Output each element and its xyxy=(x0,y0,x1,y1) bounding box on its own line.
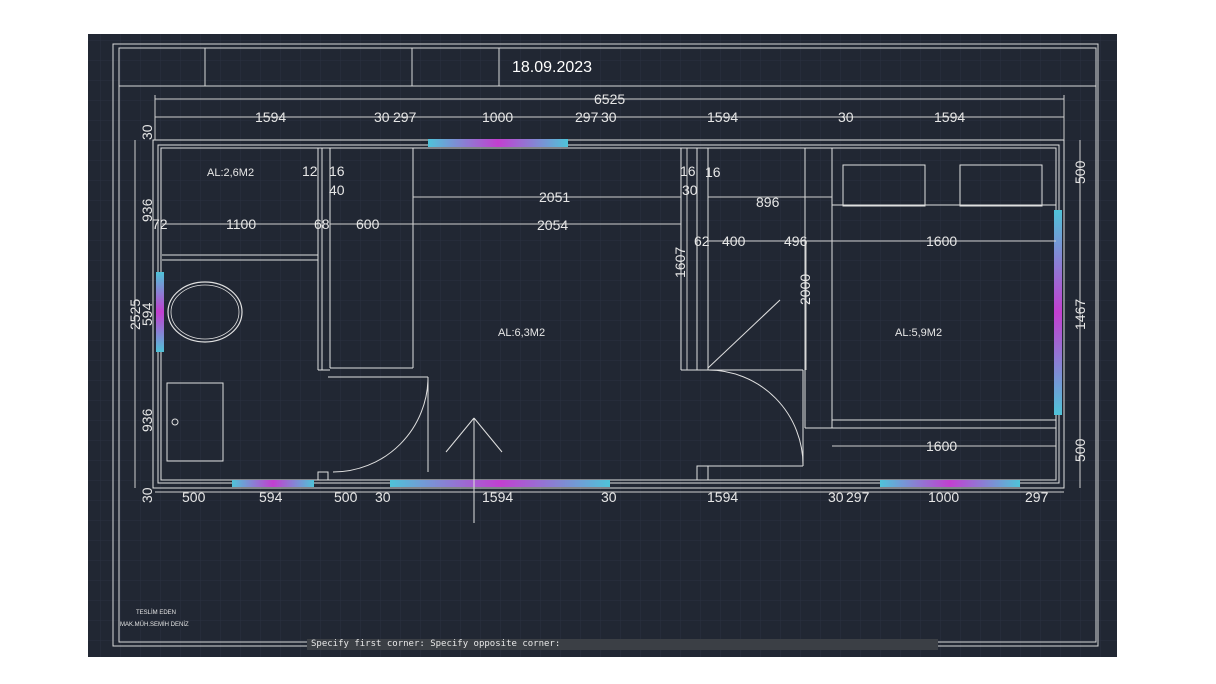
dim-mid-wall-b: 16 xyxy=(705,164,721,180)
dim-left-window: 594 xyxy=(139,302,155,326)
dim-bottom-1: 500 xyxy=(182,489,206,505)
dim-top-2: 30 xyxy=(374,109,390,125)
dim-top-8: 30 xyxy=(838,109,854,125)
dim-bottom-7: 1594 xyxy=(707,489,738,505)
dim-left-outer: 30 xyxy=(139,124,155,140)
dim-bottom-9: 297 xyxy=(846,489,870,505)
dim-top-9: 1594 xyxy=(934,109,965,125)
dim-mid-wall-c: 30 xyxy=(682,182,698,198)
dim-bottom-6: 30 xyxy=(601,489,617,505)
dim-wall-c: 40 xyxy=(329,182,345,198)
dim-wc-width: 1100 xyxy=(226,216,256,232)
dim-left-bottom-outer: 30 xyxy=(139,487,155,503)
dim-bottom-8: 30 xyxy=(828,489,844,505)
dim-bottom-5: 1594 xyxy=(482,489,513,505)
footer-engineer: MAK.MÜH.SEMİH DENİZ xyxy=(120,621,189,628)
dim-left-lower: 936 xyxy=(139,408,155,432)
dim-top-5: 297 xyxy=(575,109,599,125)
dim-top-7: 1594 xyxy=(707,109,738,125)
dim-mid-496: 496 xyxy=(784,233,808,249)
title-date: 18.09.2023 xyxy=(512,59,592,76)
dim-mid-wall-a: 16 xyxy=(680,163,696,179)
command-line[interactable]: Specify first corner: Specify opposite c… xyxy=(307,639,938,650)
window-bottom-living xyxy=(390,480,610,487)
dim-right-lower: 500 xyxy=(1072,438,1088,462)
dim-top-6: 30 xyxy=(601,109,617,125)
dim-bed-width-top: 1600 xyxy=(926,233,957,249)
footer-delivered-by: TESLİM EDEN xyxy=(136,609,176,616)
drawing-grid xyxy=(88,34,1117,657)
dim-living-lower: 2054 xyxy=(537,217,568,233)
dim-wc-wall: 68 xyxy=(314,216,330,232)
dim-hall-width: 896 xyxy=(756,194,780,210)
dim-bottom-4: 30 xyxy=(375,489,391,505)
dim-top-4: 1000 xyxy=(482,109,513,125)
dim-bed-length: 2000 xyxy=(797,274,813,305)
dim-hall-length: 1607 xyxy=(672,247,688,278)
dim-right-upper: 500 xyxy=(1072,160,1088,184)
dim-wall-a: 12 xyxy=(302,163,318,179)
dim-bed-width-bottom: 1600 xyxy=(926,438,957,454)
dim-top-3: 297 xyxy=(393,109,417,125)
window-left-bath xyxy=(156,272,164,352)
dim-top-1: 1594 xyxy=(255,109,286,125)
dim-bottom-10: 1000 xyxy=(928,489,959,505)
room-area-bedroom: AL:5,9M2 xyxy=(895,327,942,339)
window-top-living xyxy=(428,139,568,147)
dim-bottom-3: 500 xyxy=(334,489,358,505)
floor-plan-drawing: 18.09.2023 6525 1594 30 297 1000 297 30 … xyxy=(88,34,1117,657)
room-area-living: AL:6,3M2 xyxy=(498,327,545,339)
dim-living-upper: 2051 xyxy=(539,189,570,205)
dim-mid-400: 400 xyxy=(722,233,746,249)
dim-bottom-2: 594 xyxy=(259,489,283,505)
dim-total-width: 6525 xyxy=(594,91,625,107)
dim-wall-b: 16 xyxy=(329,163,345,179)
dim-bottom-11: 297 xyxy=(1025,489,1049,505)
dim-mid-62: 62 xyxy=(694,233,710,249)
window-bottom-bath xyxy=(232,480,314,487)
dim-right-window: 1467 xyxy=(1072,299,1088,330)
window-bottom-bedroom xyxy=(880,480,1020,487)
room-area-bathroom: AL:2,6M2 xyxy=(207,167,254,179)
dim-wc-left: 72 xyxy=(152,216,168,232)
dim-closet: 600 xyxy=(356,216,380,232)
